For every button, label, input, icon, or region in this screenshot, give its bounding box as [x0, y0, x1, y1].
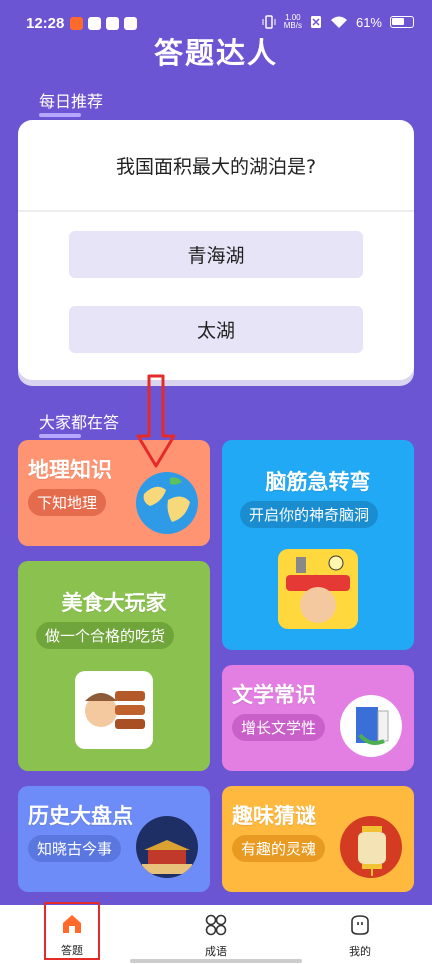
daily-section-label: 每日推荐 [39, 88, 103, 117]
category-card-geography[interactable]: 地理知识 下知地理 [18, 440, 210, 546]
category-card-literature[interactable]: 文学常识 增长文学性 [222, 665, 414, 771]
annotation-arrow-icon [136, 374, 176, 468]
profile-icon [351, 915, 369, 935]
category-card-riddles[interactable]: 趣味猜谜 有趣的灵魂 [222, 786, 414, 892]
globe-illustration-icon [136, 472, 198, 534]
notification-icons [70, 17, 137, 30]
category-card-brain-teaser[interactable]: 脑筋急转弯 开启你的神奇脑洞 [222, 440, 414, 650]
app-title: 答题达人 [153, 36, 278, 70]
sim-icon [310, 16, 321, 28]
card-title: 地理知识 [28, 458, 112, 482]
card-subtitle: 有趣的灵魂 [232, 835, 326, 862]
app-notification-icon [70, 17, 83, 30]
card-title: 脑筋急转弯 [265, 470, 371, 494]
card-title: 美食大玩家 [61, 591, 167, 615]
category-card-history[interactable]: 历史大盘点 知晓古今事 [18, 786, 210, 892]
brain-illustration-icon [278, 549, 358, 629]
card-title: 文学常识 [232, 683, 316, 707]
cloud-notification-icon [106, 17, 119, 30]
tab-label: 答题 [61, 944, 83, 957]
network-speed: 1.00 MB/s [284, 14, 302, 30]
tab-label: 我的 [349, 945, 371, 958]
mail-notification-icon [124, 17, 137, 30]
status-right: 1.00 MB/s 61% [262, 14, 414, 30]
card-title: 历史大盘点 [28, 804, 133, 828]
speed-unit: MB/s [283, 21, 302, 30]
tab-label: 成语 [205, 945, 227, 958]
category-card-food[interactable]: 美食大玩家 做一个合格的吃货 [18, 561, 210, 771]
tab-answer[interactable]: 答题 [44, 902, 100, 960]
quiz-question: 我国面积最大的湖泊是? [18, 120, 414, 212]
book-illustration-icon [340, 695, 402, 757]
bottom-tab-bar: 答题 成语 我的 [0, 902, 432, 964]
home-icon [63, 915, 81, 933]
tab-idioms[interactable]: 成语 [176, 905, 256, 964]
daily-quiz-card: 我国面积最大的湖泊是? 青海湖 太湖 [18, 120, 414, 380]
play-notification-icon [88, 17, 101, 30]
palace-illustration-icon [136, 816, 198, 878]
card-title: 趣味猜谜 [232, 804, 316, 828]
battery-percent: 61% [355, 14, 382, 30]
home-indicator[interactable] [130, 959, 302, 963]
wifi-icon [330, 16, 347, 28]
card-subtitle: 做一个合格的吃货 [36, 622, 175, 649]
card-subtitle: 下知地理 [28, 489, 107, 516]
answer-option-1[interactable]: 青海湖 [69, 231, 363, 278]
battery-icon [390, 16, 414, 28]
food-illustration-icon [75, 671, 153, 749]
popular-section-label: 大家都在答 [39, 409, 119, 438]
vibrate-icon [262, 15, 276, 29]
lantern-illustration-icon [340, 816, 402, 878]
answer-option-2[interactable]: 太湖 [69, 306, 363, 353]
card-subtitle: 增长文学性 [232, 714, 326, 741]
card-subtitle: 开启你的神奇脑洞 [240, 501, 379, 528]
grid-icon [205, 914, 227, 936]
card-subtitle: 知晓古今事 [28, 835, 122, 862]
tab-mine[interactable]: 我的 [320, 905, 400, 964]
